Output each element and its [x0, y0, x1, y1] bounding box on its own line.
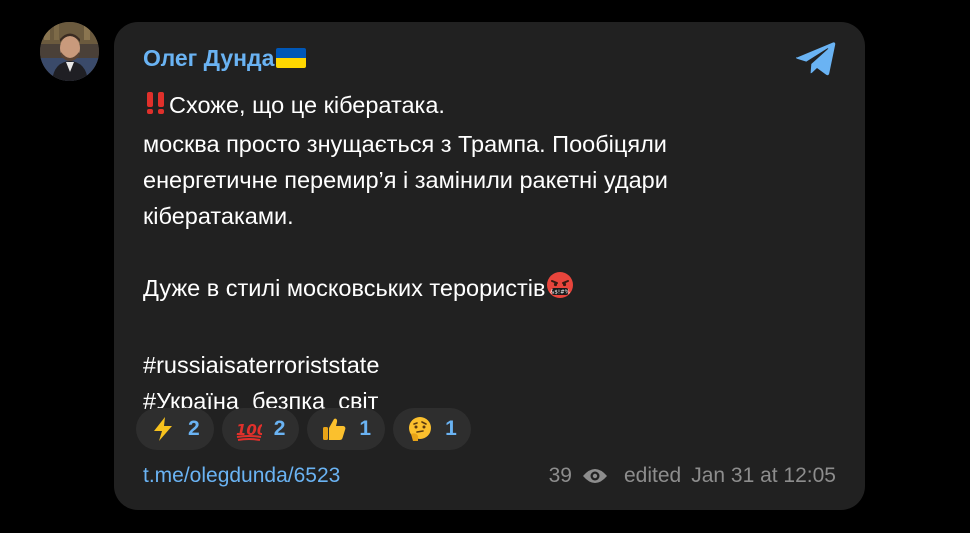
reaction-count: 2 — [188, 417, 200, 440]
message-bubble: Олег Дунда Схоже, що це кібератака. моск… — [114, 22, 865, 510]
svg-text:&$!#%: &$!#% — [550, 290, 570, 296]
thumbs-up-icon — [323, 418, 346, 440]
telegram-icon[interactable] — [795, 40, 837, 78]
ukraine-flag-icon — [276, 48, 307, 68]
message-line-3: енергетичне перемир’я і замінили ракетні… — [143, 167, 668, 193]
double-exclamation-icon — [143, 90, 169, 126]
author-name[interactable]: Олег Дунда — [143, 44, 274, 72]
hundred-points-icon: 100 — [236, 421, 262, 441]
message-line-1: Схоже, що це кібератака. — [143, 87, 833, 126]
author-header[interactable]: Олег Дунда — [143, 44, 307, 72]
message-line-2: москва просто знущається з Трампа. Пообі… — [143, 131, 667, 157]
message-meta: 39 edited Jan 31 at 12:05 — [549, 463, 836, 489]
post-link[interactable]: t.me/olegdunda/6523 — [143, 463, 340, 489]
eye-icon — [582, 469, 607, 483]
reaction-count: 1 — [445, 417, 457, 440]
reaction-thumbs-up[interactable]: 1 — [307, 408, 386, 450]
message-text: Схоже, що це кібератака. москва просто з… — [143, 87, 833, 419]
message-line-4: кібератаками. — [143, 203, 294, 229]
reaction-hundred-points[interactable]: 100 2 — [221, 408, 300, 450]
cursing-face-icon: &$!#% — [546, 271, 574, 309]
thinking-face-icon — [409, 417, 432, 441]
reaction-thinking-face[interactable]: 1 — [393, 408, 471, 450]
view-count: 39 — [548, 464, 572, 487]
author-avatar[interactable] — [40, 22, 99, 81]
reactions-bar: 2 100 2 1 1 — [136, 408, 479, 450]
reaction-count: 1 — [359, 417, 372, 440]
edited-label: edited — [623, 464, 682, 487]
hashtag-russiaisaterroriststate[interactable]: #russiaisaterroriststate — [143, 347, 833, 383]
avatar-photo — [40, 22, 99, 81]
lightning-icon — [154, 417, 172, 441]
reaction-count: 2 — [273, 417, 286, 440]
timestamp: Jan 31 at 12:05 — [691, 464, 836, 487]
message-line-5: Дуже в стилі московських терористів &$!#% — [143, 270, 833, 309]
reaction-lightning[interactable]: 2 — [136, 408, 214, 450]
